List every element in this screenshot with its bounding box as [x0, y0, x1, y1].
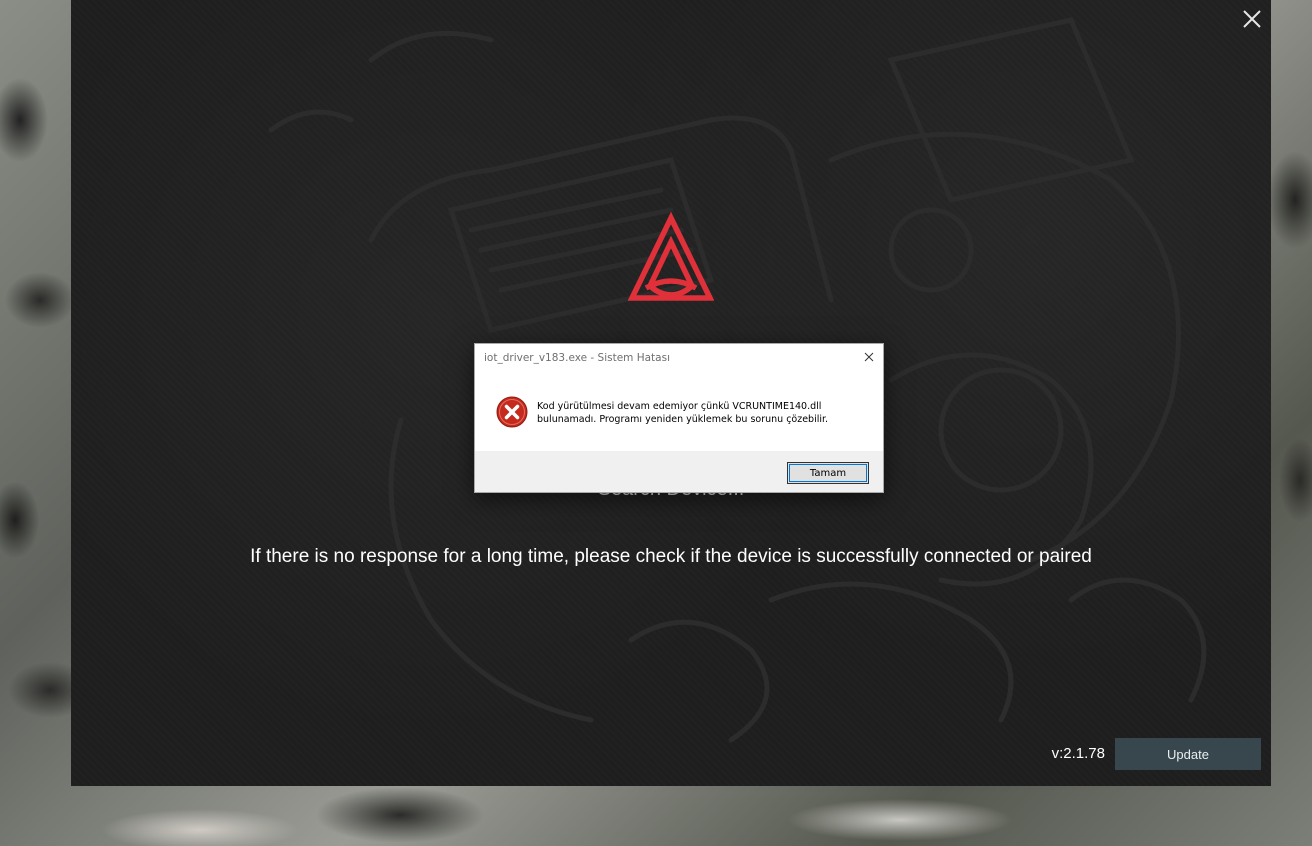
error-icon [496, 396, 528, 428]
dialog-footer: Tamam [475, 451, 883, 492]
dialog-message: Kod yürütülmesi devam edemiyor çünkü VCR… [537, 400, 872, 426]
version-label: v:2.1.78 [1051, 745, 1105, 762]
connection-hint-text: If there is no response for a long time,… [250, 546, 1092, 567]
dialog-message-line-1: Kod yürütülmesi devam edemiyor çünkü VCR… [537, 401, 822, 412]
close-icon [1243, 10, 1261, 28]
dialog-title: iot_driver_v183.exe - Sistem Hatası [484, 352, 670, 364]
dialog-message-line-2: bulunamadı. Programı yeniden yüklemek bu… [537, 414, 829, 425]
update-button[interactable]: Update [1115, 738, 1261, 770]
dialog-close-button[interactable] [861, 349, 877, 365]
ok-button[interactable]: Tamam [787, 462, 869, 484]
app-close-button[interactable] [1239, 6, 1265, 32]
system-error-dialog: iot_driver_v183.exe - Sistem Hatası Kod … [474, 343, 884, 493]
close-icon [864, 352, 874, 362]
dialog-body: Kod yürütülmesi devam edemiyor çünkü VCR… [475, 374, 883, 451]
brand-logo-icon [628, 212, 714, 301]
